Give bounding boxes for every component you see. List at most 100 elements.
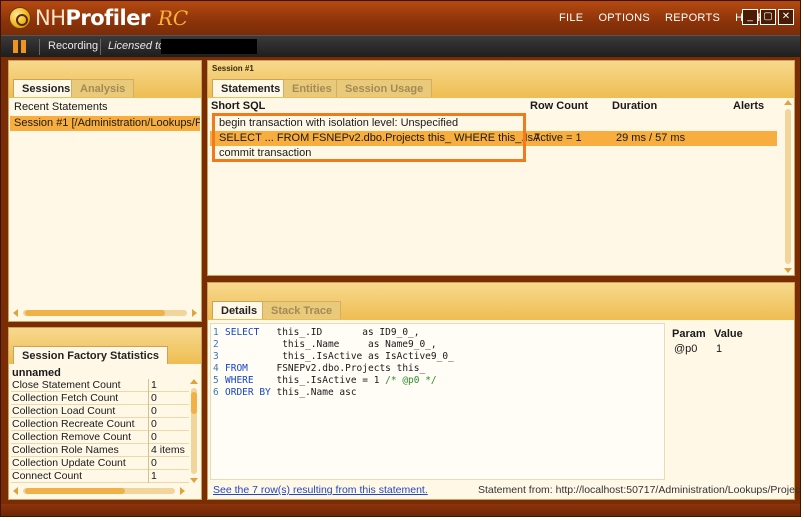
- see-result-rows-link[interactable]: See the 7 row(s) resulting from this sta…: [213, 484, 428, 496]
- sql-keyword: ORDER BY: [225, 387, 271, 398]
- column-duration[interactable]: Duration: [612, 100, 657, 112]
- column-row-count[interactable]: Row Count: [530, 100, 588, 112]
- tab-analysis[interactable]: Analysis: [71, 79, 135, 97]
- sql-text: FSNEPv2.dbo.Projects this_: [247, 363, 426, 374]
- stat-value: 1: [148, 470, 157, 483]
- sql-comment: /* @p0 */: [385, 375, 437, 386]
- tab-session-usage[interactable]: Session Usage: [336, 79, 433, 97]
- stat-value: 0: [148, 431, 157, 444]
- sql-text: this_.Name as Name9_0_,: [225, 339, 437, 350]
- recording-label: Recording: [48, 40, 99, 52]
- column-alerts[interactable]: Alerts: [733, 100, 764, 112]
- menu-file[interactable]: FILE: [559, 12, 583, 24]
- scroll-left-icon[interactable]: [13, 309, 18, 317]
- menu-options[interactable]: OPTIONS: [598, 12, 650, 24]
- sql-keyword: SELECT: [225, 327, 260, 338]
- logo-suffix: RC: [157, 6, 189, 30]
- stat-value: 0: [148, 418, 157, 431]
- sql-text: this_.IsActive as IsActive9_0_: [225, 351, 454, 362]
- scroll-down-icon[interactable]: [784, 268, 792, 273]
- title-bar: NHProfiler RC FILE OPTIONS REPORTS HELP …: [1, 1, 800, 35]
- sql-text: this_.IsActive = 1: [253, 375, 386, 386]
- stat-row[interactable]: Collection Update Count 0: [11, 457, 189, 470]
- stat-value: 0: [148, 457, 157, 470]
- factory-horizontal-scrollbar[interactable]: [11, 486, 187, 496]
- stat-value: 0: [148, 405, 157, 418]
- scroll-left-icon[interactable]: [13, 487, 18, 495]
- statements-panel: Session #1 Statements Entities Session U…: [207, 60, 795, 276]
- stat-row[interactable]: Collection Load Count 0: [11, 405, 189, 418]
- tab-stack-trace[interactable]: Stack Trace: [262, 301, 342, 319]
- scroll-thumb[interactable]: [191, 392, 197, 414]
- profiler-logo-icon: [9, 7, 31, 29]
- stat-value: 1: [148, 379, 157, 392]
- menu-reports[interactable]: REPORTS: [665, 12, 720, 24]
- tab-details[interactable]: Details: [212, 301, 267, 319]
- stat-row[interactable]: Collection Recreate Count 0: [11, 418, 189, 431]
- window-controls: _ ▢ ✕: [742, 9, 794, 25]
- sql-text: this_.ID as ID9_0_,: [259, 327, 420, 338]
- column-short-sql[interactable]: Short SQL: [211, 100, 265, 112]
- pause-icon[interactable]: [13, 40, 27, 53]
- statements-panel-header: Session #1 Statements Entities Session U…: [208, 61, 794, 98]
- details-panel: Details Stack Trace 1 SELECT this_.ID as …: [207, 282, 800, 500]
- scroll-thumb[interactable]: [25, 488, 125, 494]
- stat-row[interactable]: Close Statement Count 1: [11, 379, 189, 392]
- sql-keyword: FROM: [225, 363, 248, 374]
- line-number: 6: [213, 387, 219, 398]
- licensed-to-label: Licensed to:: [108, 40, 168, 52]
- restore-button[interactable]: ▢: [760, 9, 776, 25]
- status-bar: [1, 504, 800, 516]
- param-column-header: Param: [672, 328, 706, 340]
- details-panel-header: Details Stack Trace: [208, 283, 794, 320]
- stat-name: Collection Fetch Count: [12, 392, 119, 404]
- stat-row[interactable]: Collection Fetch Count 0: [11, 392, 189, 405]
- factory-panel-header: Session Factory Statistics: [9, 328, 201, 364]
- stat-row[interactable]: Connect Count 1: [11, 470, 189, 483]
- session-factory-statistics-panel: Session Factory Statistics unnamed Close…: [8, 327, 202, 500]
- scroll-down-icon[interactable]: [190, 478, 198, 483]
- tab-entities[interactable]: Entities: [283, 79, 341, 97]
- close-button[interactable]: ✕: [778, 9, 794, 25]
- session-title: Session #1: [212, 64, 254, 73]
- stat-name: Collection Role Names: [12, 444, 119, 456]
- statement-source-url: Statement from: http://localhost:50717/A…: [478, 484, 801, 496]
- line-number: 5: [213, 375, 219, 386]
- value-column-header: Value: [714, 328, 743, 340]
- scroll-up-icon[interactable]: [784, 100, 792, 105]
- stat-row[interactable]: Collection Remove Count 0: [11, 431, 189, 444]
- annotation-highlight-box: [212, 113, 526, 162]
- param-value: 1: [716, 343, 723, 355]
- scroll-right-icon[interactable]: [192, 309, 197, 317]
- tab-sessions[interactable]: Sessions: [13, 79, 80, 97]
- logo-prefix: NH: [35, 6, 66, 30]
- sessions-panel-header: Sessions Analysis: [9, 61, 201, 98]
- scroll-right-icon[interactable]: [180, 487, 185, 495]
- stat-name: Collection Update Count: [12, 457, 126, 469]
- scroll-up-icon[interactable]: [190, 379, 198, 384]
- license-name-redacted: [161, 39, 257, 54]
- tab-session-factory-statistics[interactable]: Session Factory Statistics: [13, 346, 168, 364]
- line-number: 3: [213, 351, 219, 362]
- stat-row[interactable]: Collection Role Names 4 items: [11, 444, 189, 457]
- sessions-horizontal-scrollbar[interactable]: [11, 308, 199, 318]
- statement-duration: 29 ms / 57 ms: [616, 132, 686, 144]
- statements-vertical-scrollbar[interactable]: [783, 99, 793, 274]
- scroll-thumb[interactable]: [25, 310, 165, 316]
- factory-group-name: unnamed: [12, 367, 61, 379]
- line-number: 4: [213, 363, 219, 374]
- line-number: 1: [213, 327, 219, 338]
- tab-statements[interactable]: Statements: [212, 79, 290, 97]
- toolbar: Recording Licensed to:: [1, 35, 800, 57]
- sql-code-view[interactable]: 1 SELECT this_.ID as ID9_0_, 2 this_.Name…: [210, 323, 665, 480]
- factory-vertical-scrollbar[interactable]: [189, 378, 199, 484]
- stat-name: Connect Count: [12, 470, 83, 482]
- minimize-button[interactable]: _: [742, 9, 758, 25]
- sql-keyword: WHERE: [225, 375, 254, 386]
- stat-name: Collection Load Count: [12, 405, 116, 417]
- stat-value: 4 items: [148, 444, 185, 457]
- sql-text: this_.Name asc: [270, 387, 357, 398]
- stat-name: Collection Remove Count: [12, 431, 132, 443]
- toolbar-separator: [39, 39, 40, 55]
- session-list-item[interactable]: Session #1 [/Administration/Lookups/Proj…: [10, 116, 200, 131]
